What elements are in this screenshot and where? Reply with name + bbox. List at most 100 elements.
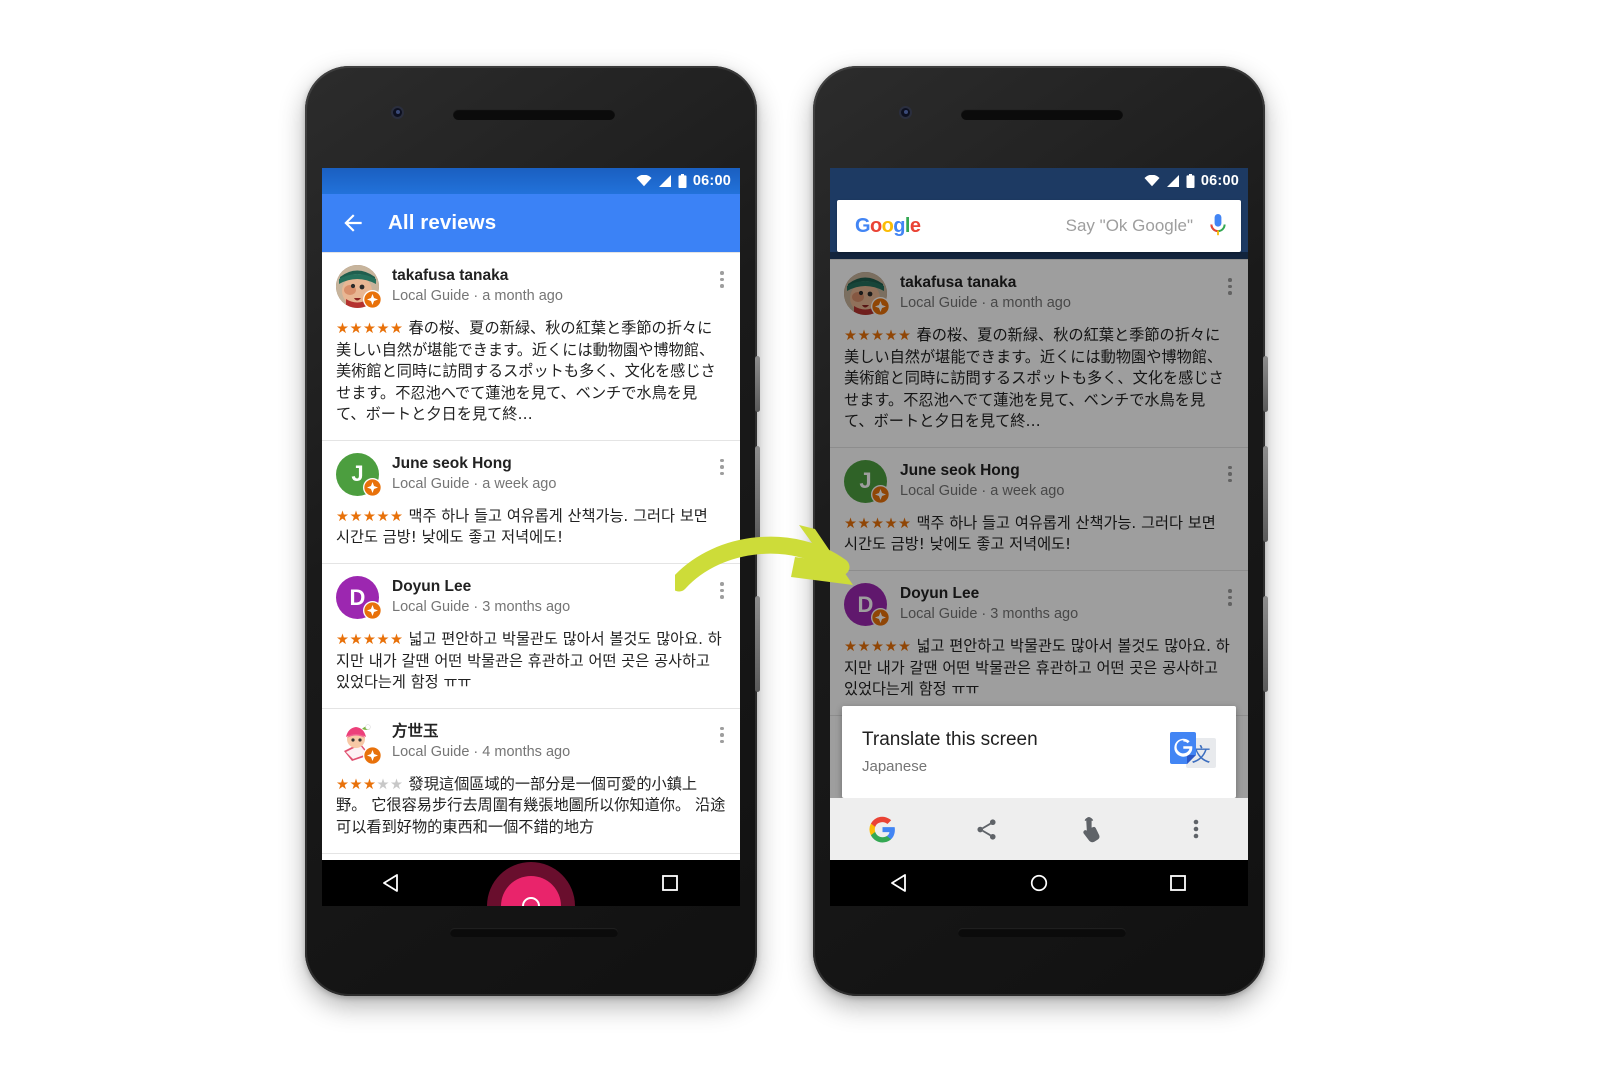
review-body: ★★★★★發現這個區域的一部分是一個可愛的小鎮上野。 它很容易步行去周圍有幾張地… bbox=[336, 774, 726, 839]
avatar: J bbox=[336, 452, 382, 497]
status-bar-time: 06:00 bbox=[1200, 173, 1239, 189]
hand-tap-icon bbox=[1083, 816, 1100, 842]
review-author-name: Doyun Lee bbox=[900, 585, 980, 603]
review-meta: Local Guide · 3 months ago bbox=[900, 606, 1079, 623]
search-bar[interactable]: Google Say "Ok Google" bbox=[837, 200, 1241, 252]
review-header: D Doyun Lee Local Guide · 3 months ago bbox=[844, 583, 1234, 628]
review-item[interactable]: 方世玉 Local Guide · 4 months ago ★★★★★發現這個… bbox=[322, 709, 740, 854]
now-on-tap-action-bar bbox=[830, 798, 1248, 860]
review-header: J June seok Hong Local Guide · a week ag… bbox=[844, 459, 1234, 504]
flow-arrow-icon bbox=[675, 525, 853, 592]
signal-icon bbox=[1166, 175, 1179, 187]
review-author-name: Doyun Lee bbox=[392, 578, 472, 596]
google-translate-icon: 文 bbox=[1170, 732, 1216, 768]
avatar bbox=[844, 272, 890, 316]
avatar bbox=[336, 265, 382, 309]
power-button[interactable] bbox=[755, 356, 760, 412]
review-item[interactable]: takafusa tanaka Local Guide · a month ag… bbox=[830, 259, 1248, 448]
android-nav-bar bbox=[322, 860, 740, 906]
review-overflow-button[interactable] bbox=[1228, 583, 1232, 606]
google-search-bar-container: Google Say "Ok Google" bbox=[830, 194, 1248, 259]
recents-square-icon bbox=[662, 875, 679, 891]
local-guide-badge-icon bbox=[363, 601, 382, 621]
recents-square-icon bbox=[1170, 875, 1187, 891]
local-guide-badge-icon bbox=[363, 290, 382, 309]
home-circle-icon bbox=[1030, 874, 1048, 892]
rating-stars: ★★★★★ bbox=[336, 321, 404, 337]
app-bar: All reviews bbox=[322, 194, 740, 252]
review-body: ★★★★★ 春の桜、夏の新緑、秋の紅葉と季節の折々に美しい自然が堪能できます。近く… bbox=[844, 325, 1234, 433]
review-author-name: takafusa tanaka bbox=[900, 274, 1017, 291]
status-bar-time: 06:00 bbox=[692, 173, 731, 189]
review-overflow-button[interactable] bbox=[720, 721, 724, 744]
review-header: takafusa tanaka Local Guide · a month ag… bbox=[844, 272, 1234, 316]
android-nav-bar bbox=[830, 860, 1248, 906]
page-title: All reviews bbox=[388, 211, 497, 234]
translate-card[interactable]: Translate this screen Japanese 文 bbox=[842, 706, 1236, 798]
microphone-icon[interactable] bbox=[1209, 213, 1227, 239]
earpiece-speaker bbox=[453, 109, 615, 120]
review-author-block: takafusa tanaka Local Guide · a month ag… bbox=[900, 272, 1215, 314]
review-author-block: June seok Hong Local Guide · a week ago bbox=[900, 460, 1215, 502]
volume-up-button[interactable] bbox=[1263, 446, 1268, 542]
rating-stars: ★★★★★ bbox=[844, 328, 912, 344]
nav-home-button[interactable] bbox=[969, 873, 1108, 893]
nav-back-button[interactable] bbox=[322, 873, 461, 893]
review-author-name: June seok Hong bbox=[900, 461, 1020, 479]
review-body: ★★★★★ 맥주 하나 들고 여유롭게 산책가능. 그러다 보면 시간도 금방! … bbox=[336, 506, 726, 549]
back-triangle-icon bbox=[382, 874, 398, 892]
translate-card-text: Translate this screen Japanese bbox=[862, 729, 1166, 776]
review-author-block: June seok Hong Local Guide · a week ago bbox=[392, 453, 707, 495]
nav-back-button[interactable] bbox=[830, 873, 969, 893]
review-meta: Local Guide · 4 months ago bbox=[392, 744, 571, 761]
review-overflow-button[interactable] bbox=[1228, 460, 1232, 483]
bottom-speaker bbox=[450, 928, 618, 937]
tap-button[interactable] bbox=[1039, 816, 1144, 843]
review-body: ★★★★★ 春の桜、夏の新緑、秋の紅葉と季節の折々に美しい自然が堪能できます。近く… bbox=[336, 318, 726, 426]
status-bar: 06:00 bbox=[322, 168, 740, 194]
nav-recents-button[interactable] bbox=[601, 874, 740, 892]
review-overflow-button[interactable] bbox=[1228, 272, 1232, 295]
avatar bbox=[336, 720, 382, 765]
review-header: D Doyun Lee Local Guide · 3 months ago bbox=[336, 576, 726, 621]
review-author-block: 方世玉 Local Guide · 4 months ago bbox=[392, 721, 707, 763]
review-overflow-button[interactable] bbox=[720, 265, 724, 288]
back-arrow-icon[interactable] bbox=[340, 210, 366, 236]
scene-root: 06:00 All reviews takafusa tanaka Local … bbox=[0, 0, 1600, 1066]
local-guide-badge-icon bbox=[871, 484, 890, 504]
signal-icon bbox=[658, 175, 671, 187]
volume-down-button[interactable] bbox=[1263, 596, 1268, 692]
power-button[interactable] bbox=[1263, 356, 1268, 412]
review-overflow-button[interactable] bbox=[720, 453, 724, 476]
earpiece-speaker bbox=[961, 109, 1123, 120]
translate-card-title: Translate this screen bbox=[862, 728, 1038, 750]
review-author-name: 方世玉 bbox=[392, 722, 439, 740]
review-item[interactable]: takafusa tanaka Local Guide · a month ag… bbox=[322, 252, 740, 441]
translate-card-subtitle: Japanese bbox=[862, 758, 928, 776]
local-guide-badge-icon bbox=[871, 297, 890, 316]
google-g-icon bbox=[869, 816, 895, 842]
back-triangle-icon bbox=[890, 874, 906, 892]
review-author-block: takafusa tanaka Local Guide · a month ag… bbox=[392, 265, 707, 307]
more-vert-icon bbox=[1193, 819, 1199, 839]
review-meta: Local Guide · a week ago bbox=[392, 476, 557, 493]
nav-recents-button[interactable] bbox=[1109, 874, 1248, 892]
google-button[interactable] bbox=[830, 816, 935, 843]
review-author-name: June seok Hong bbox=[392, 454, 512, 472]
bottom-speaker bbox=[958, 928, 1126, 937]
review-meta: Local Guide · a month ago bbox=[900, 295, 1071, 312]
status-bar: 06:00 bbox=[830, 168, 1248, 194]
local-guide-badge-icon bbox=[363, 745, 382, 765]
rating-stars: ★★★★★ bbox=[844, 639, 912, 656]
share-button[interactable] bbox=[935, 817, 1040, 842]
google-logo: Google bbox=[855, 214, 921, 237]
review-author-block: Doyun Lee Local Guide · 3 months ago bbox=[392, 576, 707, 618]
review-meta: Local Guide · a week ago bbox=[900, 483, 1065, 500]
front-camera-icon bbox=[899, 106, 912, 119]
review-author-name: takafusa tanaka bbox=[392, 267, 509, 284]
review-meta: Local Guide · 3 months ago bbox=[392, 599, 571, 616]
rating-stars: ★★★★★ bbox=[336, 632, 404, 649]
review-author-block: Doyun Lee Local Guide · 3 months ago bbox=[900, 583, 1215, 625]
local-guide-badge-icon bbox=[363, 477, 382, 497]
overflow-button[interactable] bbox=[1144, 817, 1249, 841]
